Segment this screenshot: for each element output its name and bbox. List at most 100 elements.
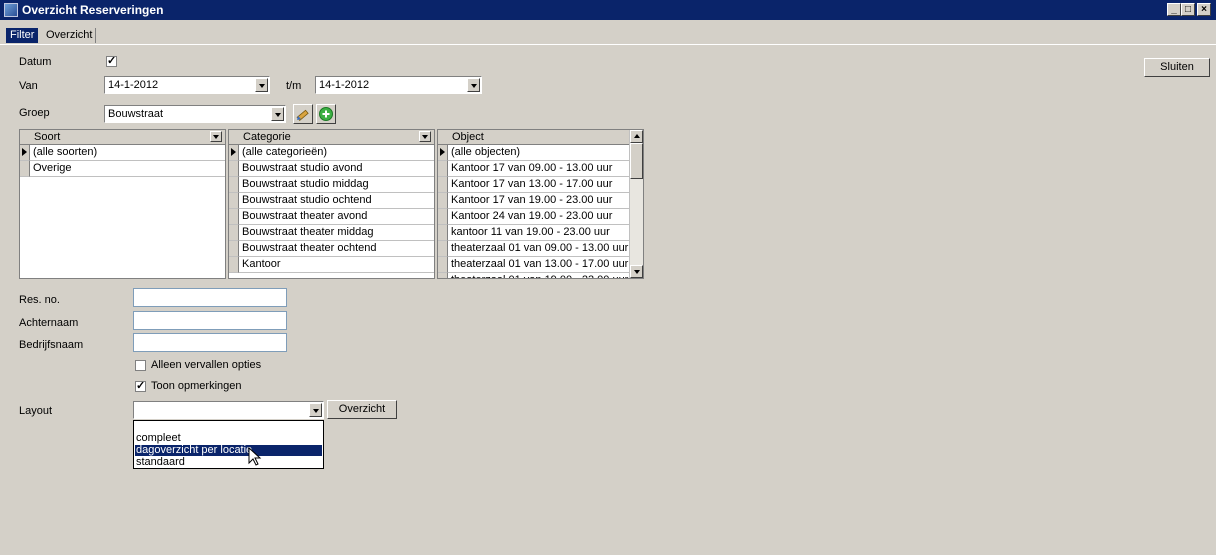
list-item[interactable]: Bouwstraat studio middag bbox=[239, 177, 434, 193]
datum-checkbox[interactable]: ✓ bbox=[106, 56, 117, 67]
tm-date-picker[interactable]: 14-1-2012 bbox=[315, 76, 482, 94]
row-indicator-icon bbox=[229, 145, 239, 161]
scroll-down-icon[interactable] bbox=[630, 265, 643, 278]
groep-value: Bouwstraat bbox=[108, 108, 164, 120]
row-indicator bbox=[438, 177, 448, 193]
tab-divider bbox=[0, 44, 1216, 45]
list-item[interactable]: Bouwstraat studio avond bbox=[239, 161, 434, 177]
row-indicator bbox=[438, 193, 448, 209]
van-dropdown-arrow-icon[interactable] bbox=[255, 78, 268, 92]
overzicht-button[interactable]: Overzicht bbox=[327, 400, 397, 419]
layout-option[interactable]: standaard bbox=[135, 457, 322, 468]
title-bar bbox=[0, 0, 1216, 20]
row-indicator bbox=[229, 225, 239, 241]
layout-select[interactable] bbox=[133, 401, 324, 419]
window-title: Overzicht Reserveringen bbox=[22, 3, 164, 17]
list-item[interactable]: (alle categorieën) bbox=[239, 145, 434, 161]
sluiten-button[interactable]: Sluiten bbox=[1144, 58, 1210, 77]
toon-opmerkingen-label: Toon opmerkingen bbox=[151, 380, 242, 392]
list-item[interactable]: Bouwstraat studio ochtend bbox=[239, 193, 434, 209]
list-item[interactable]: (alle soorten) bbox=[30, 145, 225, 161]
layout-option-selected[interactable]: dagoverzicht per locatie bbox=[135, 445, 322, 456]
row-indicator bbox=[229, 241, 239, 257]
bedrijfsnaam-input[interactable] bbox=[133, 333, 287, 352]
list-item[interactable]: (alle objecten) bbox=[448, 145, 629, 161]
scroll-thumb[interactable] bbox=[630, 143, 643, 179]
layout-dropdown-list[interactable]: compleet dagoverzicht per locatie standa… bbox=[133, 420, 324, 469]
categorie-filter-dropdown-icon[interactable] bbox=[419, 131, 431, 142]
resno-label: Res. no. bbox=[19, 294, 60, 306]
list-item[interactable]: Kantoor bbox=[239, 257, 434, 273]
row-indicator-icon bbox=[20, 145, 30, 161]
object-grid[interactable]: Object (alle objecten) Kantoor 17 van 09.… bbox=[437, 129, 644, 279]
alleen-vervallen-checkbox[interactable] bbox=[135, 360, 146, 371]
list-item[interactable]: Kantoor 17 van 09.00 - 13.00 uur bbox=[448, 161, 629, 177]
categorie-header[interactable]: Categorie bbox=[229, 130, 434, 145]
object-header[interactable]: Object bbox=[438, 130, 629, 145]
pencil-icon bbox=[296, 109, 309, 121]
tab-overzicht[interactable]: Overzicht bbox=[43, 28, 97, 43]
edit-groep-button[interactable] bbox=[293, 104, 313, 124]
list-item[interactable]: Kantoor 17 van 13.00 - 17.00 uur bbox=[448, 177, 629, 193]
achternaam-input[interactable] bbox=[133, 311, 287, 330]
list-item[interactable]: theaterzaal 01 van 19.00 - 23.00 uur bbox=[448, 273, 629, 278]
row-indicator bbox=[229, 177, 239, 193]
plus-circle-icon bbox=[319, 107, 333, 121]
list-item[interactable]: theaterzaal 01 van 13.00 - 17.00 uur bbox=[448, 257, 629, 273]
row-indicator bbox=[20, 161, 30, 177]
layout-label: Layout bbox=[19, 405, 53, 417]
van-date-picker[interactable]: 14-1-2012 bbox=[104, 76, 270, 94]
row-indicator bbox=[438, 209, 448, 225]
categorie-header-label: Categorie bbox=[243, 131, 291, 143]
tm-label: t/m bbox=[286, 80, 302, 92]
groep-select[interactable]: Bouwstraat bbox=[104, 105, 286, 123]
van-label: Van bbox=[19, 80, 38, 92]
achternaam-label: Achternaam bbox=[19, 317, 79, 329]
scroll-up-icon[interactable] bbox=[630, 130, 643, 143]
bedrijfsnaam-label: Bedrijfsnaam bbox=[19, 339, 84, 351]
soort-grid[interactable]: Soort (alle soorten) Overige bbox=[19, 129, 226, 279]
row-indicator bbox=[438, 225, 448, 241]
soort-header-label: Soort bbox=[34, 131, 61, 143]
list-item[interactable]: Bouwstraat theater ochtend bbox=[239, 241, 434, 257]
tab-filter[interactable]: Filter bbox=[6, 28, 39, 43]
row-indicator bbox=[229, 257, 239, 273]
row-indicator bbox=[438, 273, 448, 278]
mouse-pointer-icon bbox=[248, 447, 262, 466]
list-item[interactable]: Overige bbox=[30, 161, 225, 177]
row-indicator bbox=[229, 161, 239, 177]
object-scrollbar[interactable] bbox=[629, 130, 643, 278]
van-date-value: 14-1-2012 bbox=[108, 79, 159, 91]
categorie-grid[interactable]: Categorie (alle categorieën) Bouwstraat s… bbox=[228, 129, 435, 279]
groep-dropdown-arrow-icon[interactable] bbox=[271, 107, 284, 121]
maximize-button[interactable]: □ bbox=[1181, 3, 1195, 16]
tm-date-value: 14-1-2012 bbox=[319, 79, 370, 91]
alleen-vervallen-label: Alleen vervallen opties bbox=[151, 359, 262, 371]
list-item[interactable]: Kantoor 17 van 19.00 - 23.00 uur bbox=[448, 193, 629, 209]
layout-dropdown-arrow-icon[interactable] bbox=[309, 403, 322, 417]
row-indicator bbox=[438, 161, 448, 177]
list-item[interactable]: Bouwstraat theater avond bbox=[239, 209, 434, 225]
toon-opmerkingen-checkbox[interactable]: ✓ bbox=[135, 381, 146, 392]
groep-label: Groep bbox=[19, 107, 50, 119]
add-groep-button[interactable] bbox=[316, 104, 336, 124]
list-item[interactable]: kantoor 11 van 19.00 - 23.00 uur bbox=[448, 225, 629, 241]
row-indicator bbox=[438, 241, 448, 257]
layout-option[interactable]: compleet bbox=[135, 433, 322, 444]
row-indicator bbox=[438, 257, 448, 273]
row-indicator-icon bbox=[438, 145, 448, 161]
soort-header[interactable]: Soort bbox=[20, 130, 225, 145]
soort-filter-dropdown-icon[interactable] bbox=[210, 131, 222, 142]
row-indicator bbox=[229, 209, 239, 225]
tm-dropdown-arrow-icon[interactable] bbox=[467, 78, 480, 92]
object-header-label: Object bbox=[452, 131, 484, 143]
resno-input[interactable] bbox=[133, 288, 287, 307]
datum-label: Datum bbox=[19, 56, 52, 68]
close-button[interactable]: × bbox=[1197, 3, 1211, 16]
list-item[interactable]: theaterzaal 01 van 09.00 - 13.00 uur bbox=[448, 241, 629, 257]
row-indicator bbox=[229, 193, 239, 209]
list-item[interactable]: Bouwstraat theater middag bbox=[239, 225, 434, 241]
minimize-button[interactable]: _ bbox=[1167, 3, 1181, 16]
app-icon bbox=[4, 3, 18, 17]
list-item[interactable]: Kantoor 24 van 19.00 - 23.00 uur bbox=[448, 209, 629, 225]
